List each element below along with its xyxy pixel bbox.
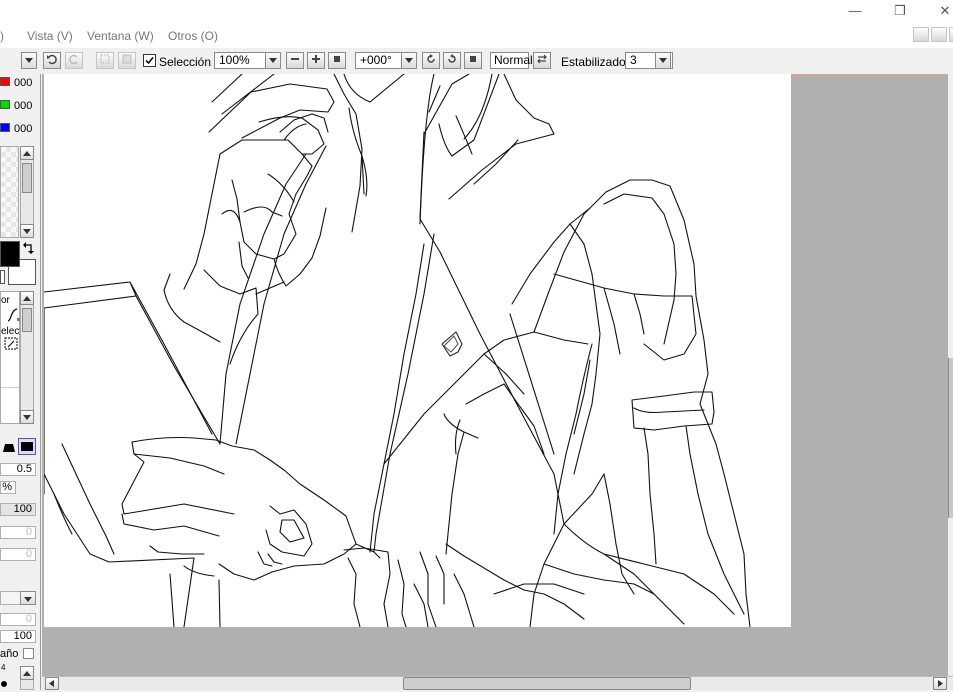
stop-icon [470, 56, 476, 62]
drawing-canvas[interactable] [43, 73, 791, 628]
menu-vista[interactable]: Vista (V) [27, 29, 73, 43]
stabilizer-label: Estabilizador [561, 55, 630, 69]
arrow-right-icon [938, 680, 943, 687]
red-channel-swatch [0, 77, 10, 86]
select-tool-icon[interactable] [4, 337, 19, 351]
rotate-right-button[interactable] [443, 52, 461, 69]
flip-horizontal-icon [537, 54, 547, 64]
zoom-in-button[interactable] [307, 52, 325, 69]
rotate-left-icon [427, 54, 435, 63]
menu-otros[interactable]: Otros (O) [168, 29, 218, 43]
lineart-drawing [43, 73, 751, 628]
menu-cut-paren: ) [0, 29, 4, 43]
brush-shape-square-button[interactable] [18, 438, 36, 455]
tool-scroll-thumb[interactable] [22, 308, 32, 332]
undo-button[interactable] [43, 52, 61, 69]
texture-dropdown-button[interactable] [20, 591, 36, 605]
zoom-dropdown[interactable] [265, 52, 281, 69]
blend-mode-field[interactable]: Normal [490, 52, 533, 69]
palette-scrollbar[interactable] [20, 146, 34, 238]
tool-scroll-down[interactable] [20, 410, 34, 424]
setting-b-field[interactable]: 0 [0, 548, 36, 561]
texture-dropdown[interactable] [0, 591, 36, 605]
tool-scroll-up[interactable] [20, 291, 34, 305]
green-channel-swatch [0, 100, 10, 109]
deselect-button[interactable] [96, 52, 114, 69]
main-toolbar: Selección 100% +000° Normal Estabilizado… [0, 48, 953, 74]
canvas-workspace[interactable] [42, 73, 948, 676]
tool-list-scrollbar[interactable] [20, 291, 34, 424]
stop-icon [334, 56, 340, 62]
window-restore-button[interactable]: ❐ [890, 3, 910, 19]
checkmark-icon [145, 57, 154, 65]
mdi-minimize-button[interactable] [913, 27, 929, 42]
flip-horizontal-button[interactable] [533, 52, 551, 69]
palette-scroll-down[interactable] [20, 224, 34, 238]
rotate-left-button[interactable] [422, 52, 440, 69]
mdi-restore-button[interactable] [931, 27, 947, 42]
green-value[interactable]: 000 [14, 100, 32, 112]
title-menu-bar: ) Vista (V) Ventana (W) Otros (O) — ❐ ✕ [0, 0, 953, 48]
tool-item-label[interactable]: or [1, 295, 10, 306]
brush-shape-flat-icon[interactable] [1, 440, 17, 454]
setting-d-field[interactable]: 100 [0, 630, 36, 643]
rotate-right-icon [448, 54, 456, 63]
brush-size-scroll-up[interactable] [20, 666, 34, 680]
minus-icon [291, 58, 299, 60]
swatch-palette[interactable] [0, 146, 19, 238]
blue-channel-swatch [0, 123, 10, 132]
brush-size-dot[interactable] [1, 681, 7, 687]
blue-value[interactable]: 000 [14, 123, 32, 135]
stabilizer-dropdown[interactable] [655, 52, 671, 69]
zoom-reset-button[interactable] [328, 52, 346, 69]
swap-colors-icon[interactable] [23, 242, 35, 254]
tool-list-divider [1, 387, 19, 388]
window-minimize-button[interactable]: — [845, 3, 865, 19]
brush-size-scrollbar[interactable] [20, 666, 34, 690]
left-panel-dropdown[interactable] [21, 52, 37, 69]
selection-checkbox[interactable] [143, 54, 156, 67]
size-checkbox[interactable] [23, 648, 34, 659]
hscroll-thumb[interactable] [403, 677, 691, 690]
rotation-reset-button[interactable] [464, 52, 482, 69]
palette-scroll-up[interactable] [20, 146, 34, 160]
size-label: año [0, 648, 19, 660]
invert-selection-button[interactable] [118, 52, 136, 69]
mdi-close-button[interactable] [949, 27, 953, 42]
density-field[interactable]: 100 [0, 503, 36, 516]
hscroll-left-button[interactable] [45, 677, 59, 690]
redo-icon [69, 54, 78, 65]
invert-selection-icon [122, 54, 132, 64]
hscroll-right-button[interactable] [933, 677, 947, 690]
window-close-button[interactable]: ✕ [935, 3, 953, 19]
undo-icon [47, 54, 57, 65]
vertical-scrollbar[interactable] [948, 74, 953, 676]
zoom-out-button[interactable] [286, 52, 304, 69]
tool-list: or elect [0, 291, 22, 424]
brush-size-field[interactable]: 0.5 [0, 463, 36, 476]
menu-ventana[interactable]: Ventana (W) [87, 29, 154, 43]
curve-tool-icon[interactable] [7, 308, 21, 322]
rotation-dropdown[interactable] [401, 52, 417, 69]
red-value[interactable]: 000 [14, 77, 32, 89]
setting-c-field[interactable]: 0 [0, 613, 36, 626]
primary-color[interactable] [0, 241, 20, 267]
deselect-icon [100, 54, 110, 64]
zoom-field[interactable]: 100% [214, 52, 271, 69]
brush-size-number: 4 [1, 663, 6, 672]
brush-shape-square-icon [21, 442, 33, 451]
brush-size-percent[interactable]: % [0, 481, 16, 494]
vertical-scroll-thumb[interactable] [948, 358, 953, 518]
palette-scroll-thumb[interactable] [22, 163, 32, 193]
transparent-color[interactable] [0, 270, 5, 284]
selection-label: Selección [159, 55, 212, 69]
redo-button[interactable] [65, 52, 83, 69]
setting-a-field[interactable]: 0 [0, 526, 36, 539]
horizontal-scrollbar[interactable] [42, 676, 953, 690]
arrow-left-icon [49, 680, 54, 687]
tool-item-label[interactable]: elect [1, 326, 22, 337]
plus-icon [312, 55, 320, 63]
left-panel: 000 000 000 or elect 0.5 % 100 0 0 0 100… [0, 74, 41, 690]
